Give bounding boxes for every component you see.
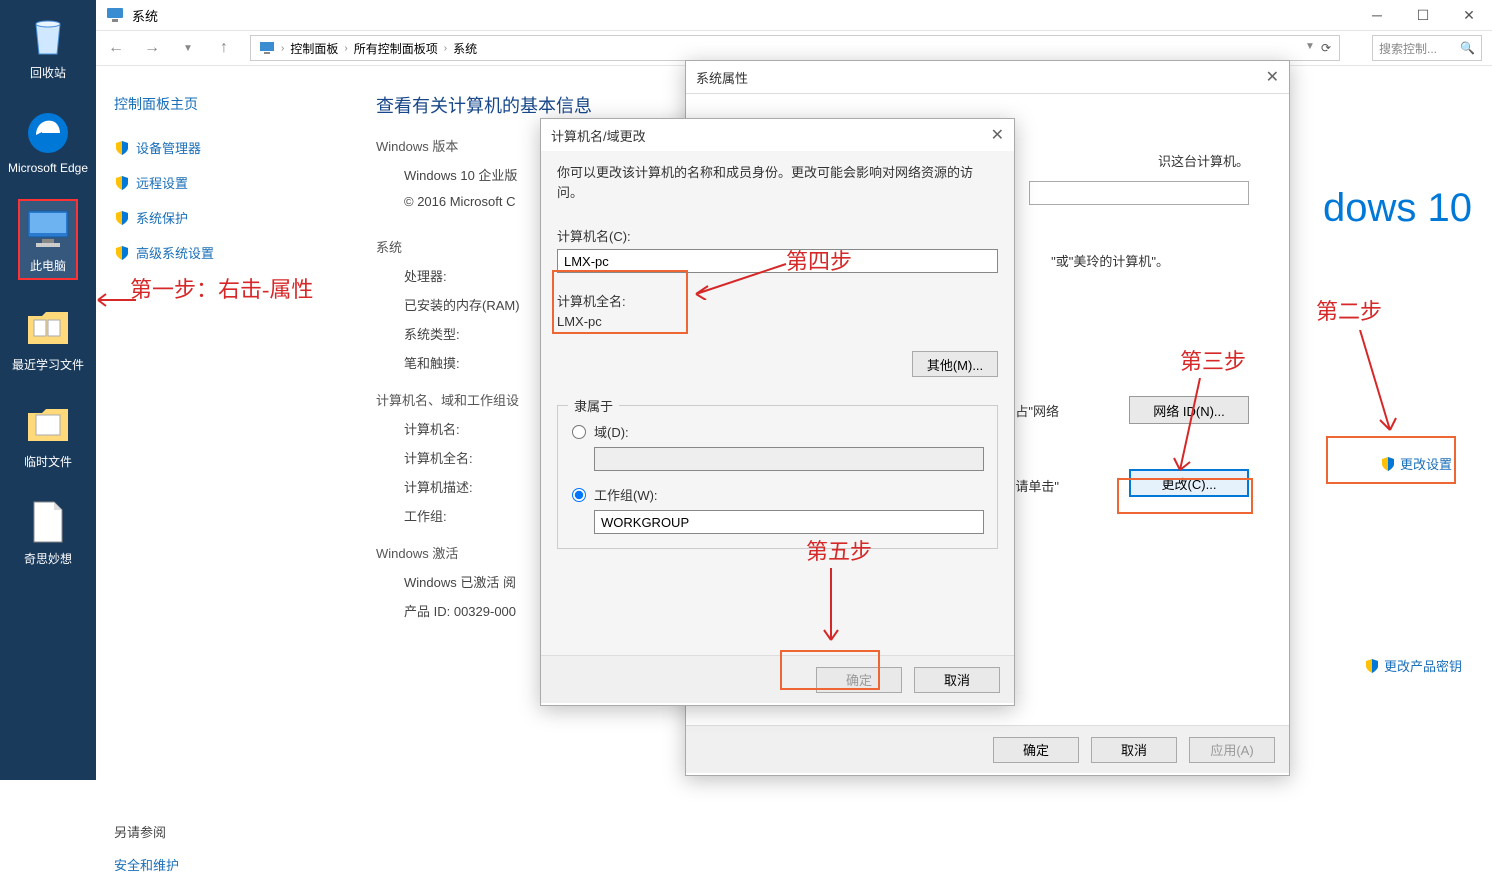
domain-input — [594, 447, 984, 471]
remote-settings-link[interactable]: 远程设置 — [114, 173, 348, 192]
shield-icon — [114, 245, 130, 261]
desktop-label: 回收站 — [30, 64, 66, 81]
network-text: 占"网络 — [1015, 401, 1059, 420]
fullname-label: 计算机全名: — [557, 291, 998, 310]
close-icon[interactable]: ✕ — [991, 125, 1004, 145]
search-placeholder: 搜索控制... — [1379, 40, 1437, 57]
nav-back[interactable]: ← — [106, 38, 126, 58]
fullname-value: LMX-pc — [557, 314, 998, 329]
sidebar: 控制面板主页 设备管理器 远程设置 系统保护 高级系统设置 另请参阅 安全和维护 — [96, 66, 366, 780]
change-button[interactable]: 更改(C)... — [1129, 469, 1249, 497]
shield-icon — [114, 175, 130, 191]
monitor-icon — [24, 205, 72, 253]
desktop-this-pc[interactable]: 此电脑 — [18, 199, 78, 280]
click-text: 请单击" — [1015, 476, 1059, 495]
desktop-temp-folder[interactable]: 临时文件 — [20, 397, 76, 474]
system-protection-link[interactable]: 系统保护 — [114, 208, 348, 227]
desktop-label: 奇思妙想 — [24, 550, 72, 567]
breadcrumb-item[interactable]: 控制面板 — [290, 40, 338, 57]
computer-name-input[interactable] — [557, 249, 998, 273]
dialog-title: 系统属性 ✕ — [686, 61, 1289, 93]
search-icon: 🔍 — [1460, 41, 1475, 55]
desktop-recycle-bin[interactable]: 回收站 — [20, 8, 76, 85]
breadcrumb-item[interactable]: 所有控制面板项 — [354, 40, 438, 57]
workgroup-input[interactable] — [594, 510, 984, 534]
chevron-down-icon[interactable]: ▼ — [1305, 41, 1315, 55]
ok-button[interactable]: 确定 — [816, 667, 902, 693]
close-button[interactable]: ✕ — [1446, 0, 1492, 30]
control-panel-home[interactable]: 控制面板主页 — [114, 94, 348, 114]
close-icon[interactable]: ✕ — [1266, 67, 1279, 87]
advanced-settings-link[interactable]: 高级系统设置 — [114, 243, 348, 262]
change-product-key-link[interactable]: 更改产品密钥 — [1364, 656, 1462, 675]
shield-icon — [114, 140, 130, 156]
workgroup-radio[interactable] — [572, 488, 586, 502]
network-id-button[interactable]: 网络 ID(N)... — [1129, 396, 1249, 424]
identify-text: 识这台计算机。 — [1158, 151, 1249, 170]
edge-icon — [24, 109, 72, 157]
description-input[interactable] — [1029, 181, 1249, 205]
domain-label: 域(D): — [594, 422, 629, 441]
cancel-button[interactable]: 取消 — [914, 667, 1000, 693]
desktop-edge[interactable]: Microsoft Edge — [4, 105, 92, 179]
minimize-button[interactable]: ─ — [1354, 0, 1400, 30]
domain-radio[interactable] — [572, 425, 586, 439]
desktop-bar: 回收站 Microsoft Edge 此电脑 最近学习文件 临时文件 奇思妙想 — [0, 0, 96, 780]
more-button[interactable]: 其他(M)... — [912, 351, 998, 377]
group-legend: 隶属于 — [568, 396, 619, 415]
dialog-title: 计算机名/域更改 ✕ — [541, 119, 1014, 151]
device-manager-link[interactable]: 设备管理器 — [114, 138, 348, 157]
dialog-footer: 确定 取消 应用(A) — [686, 725, 1289, 773]
security-maintenance-link[interactable]: 安全和维护 — [114, 855, 348, 874]
folder-icon — [24, 304, 72, 352]
search-input[interactable]: 搜索控制... 🔍 — [1372, 35, 1482, 61]
cancel-button[interactable]: 取消 — [1091, 737, 1177, 763]
see-also-title: 另请参阅 — [114, 822, 348, 841]
desktop-label: Microsoft Edge — [8, 161, 88, 175]
workgroup-label: 工作组(W): — [594, 485, 658, 504]
desktop-ideas[interactable]: 奇思妙想 — [20, 494, 76, 571]
desktop-label: 临时文件 — [24, 453, 72, 470]
member-of-group: 隶属于 域(D): 工作组(W): — [557, 405, 998, 549]
dialog-description: 你可以更改该计算机的名称和成员身份。更改可能会影响对网络资源的访问。 — [557, 163, 998, 202]
breadcrumb-item[interactable]: 系统 — [453, 40, 477, 57]
maximize-button[interactable]: ☐ — [1400, 0, 1446, 30]
example-text: "或"美玲的计算机"。 — [1051, 251, 1169, 270]
refresh-icon[interactable]: ⟳ — [1321, 41, 1331, 55]
window-title: 系统 — [132, 6, 158, 25]
computer-name-change-dialog: 计算机名/域更改 ✕ 你可以更改该计算机的名称和成员身份。更改可能会影响对网络资… — [540, 118, 1015, 706]
chevron-right-icon: › — [281, 43, 284, 54]
system-icon — [106, 6, 124, 24]
apply-button[interactable]: 应用(A) — [1189, 737, 1275, 763]
folder-icon — [24, 401, 72, 449]
titlebar: 系统 ─ ☐ ✕ — [96, 0, 1492, 30]
nav-up[interactable]: ↑ — [214, 38, 234, 58]
desktop-label: 最近学习文件 — [12, 356, 84, 373]
breadcrumb[interactable]: › 控制面板 › 所有控制面板项 › 系统 ▼ ⟳ — [250, 35, 1340, 61]
shield-icon — [1364, 658, 1380, 674]
window-controls: ─ ☐ ✕ — [1354, 0, 1492, 30]
computer-name-label: 计算机名(C): — [557, 226, 998, 245]
shield-icon — [114, 210, 130, 226]
desktop-recent-folder[interactable]: 最近学习文件 — [8, 300, 88, 377]
shield-icon — [1380, 456, 1396, 472]
monitor-icon — [259, 41, 275, 55]
recycle-bin-icon — [24, 12, 72, 60]
dialog-footer: 确定 取消 — [541, 655, 1014, 703]
chevron-right-icon: › — [444, 43, 447, 54]
document-icon — [24, 498, 72, 546]
ok-button[interactable]: 确定 — [993, 737, 1079, 763]
desktop-label: 此电脑 — [30, 257, 66, 274]
nav-forward[interactable]: → — [142, 38, 162, 58]
windows-10-logo: dows 10 — [1323, 186, 1472, 231]
activation-status: Windows 已激活 阅 — [376, 572, 516, 591]
chevron-right-icon: › — [344, 43, 347, 54]
product-id: 产品 ID: 00329-000 — [376, 601, 516, 620]
change-settings-link[interactable]: 更改设置 — [1380, 454, 1452, 473]
nav-dropdown[interactable]: ▼ — [178, 38, 198, 58]
